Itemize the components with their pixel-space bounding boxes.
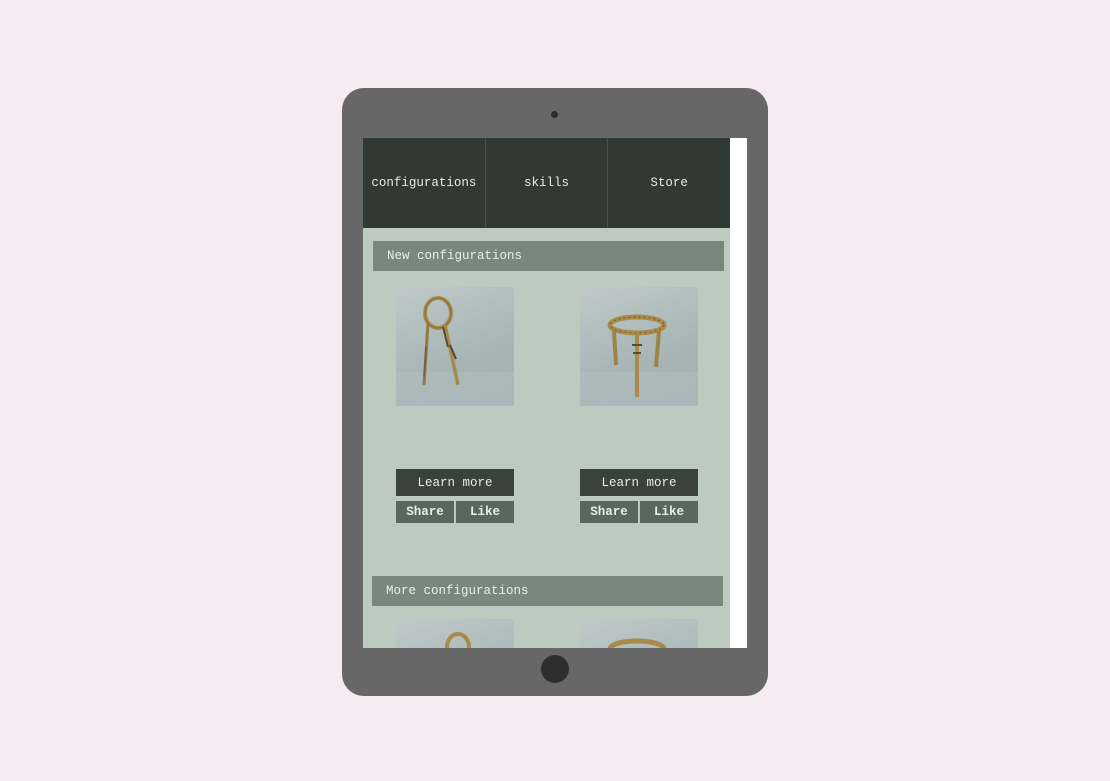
home-button[interactable]: [541, 655, 569, 683]
nav-item-configurations[interactable]: configurations: [363, 138, 486, 228]
nav-item-store[interactable]: Store: [608, 138, 730, 228]
page-viewport[interactable]: configurations skills Store New configur…: [363, 138, 730, 648]
nav-item-skills[interactable]: skills: [486, 138, 609, 228]
ring-stool-sculpture-icon: [607, 638, 667, 648]
ring-stool-sculpture-icon: [580, 287, 698, 406]
camera-icon: [551, 111, 558, 118]
configuration-image-ring-stool[interactable]: [580, 287, 698, 406]
configuration-image-hoop[interactable]: [396, 287, 514, 406]
section-header-more-configurations: More configurations: [372, 576, 723, 606]
learn-more-button[interactable]: Learn more: [396, 469, 514, 496]
section-header-new-configurations: New configurations: [373, 241, 724, 271]
learn-more-button[interactable]: Learn more: [580, 469, 698, 496]
like-button[interactable]: Like: [456, 501, 514, 523]
hoop-sculpture-icon: [396, 296, 514, 406]
scrollbar[interactable]: [730, 138, 747, 648]
top-navigation: configurations skills Store: [363, 138, 730, 228]
tablet-screen: configurations skills Store New configur…: [363, 138, 747, 648]
like-button[interactable]: Like: [640, 501, 698, 523]
share-button[interactable]: Share: [396, 501, 454, 523]
configuration-image-ring-stool[interactable]: [580, 619, 698, 648]
tablet-device-frame: configurations skills Store New configur…: [342, 88, 768, 696]
hoop-sculpture-icon: [445, 632, 471, 648]
share-button[interactable]: Share: [580, 501, 638, 523]
configuration-image-hoop[interactable]: [396, 619, 514, 648]
